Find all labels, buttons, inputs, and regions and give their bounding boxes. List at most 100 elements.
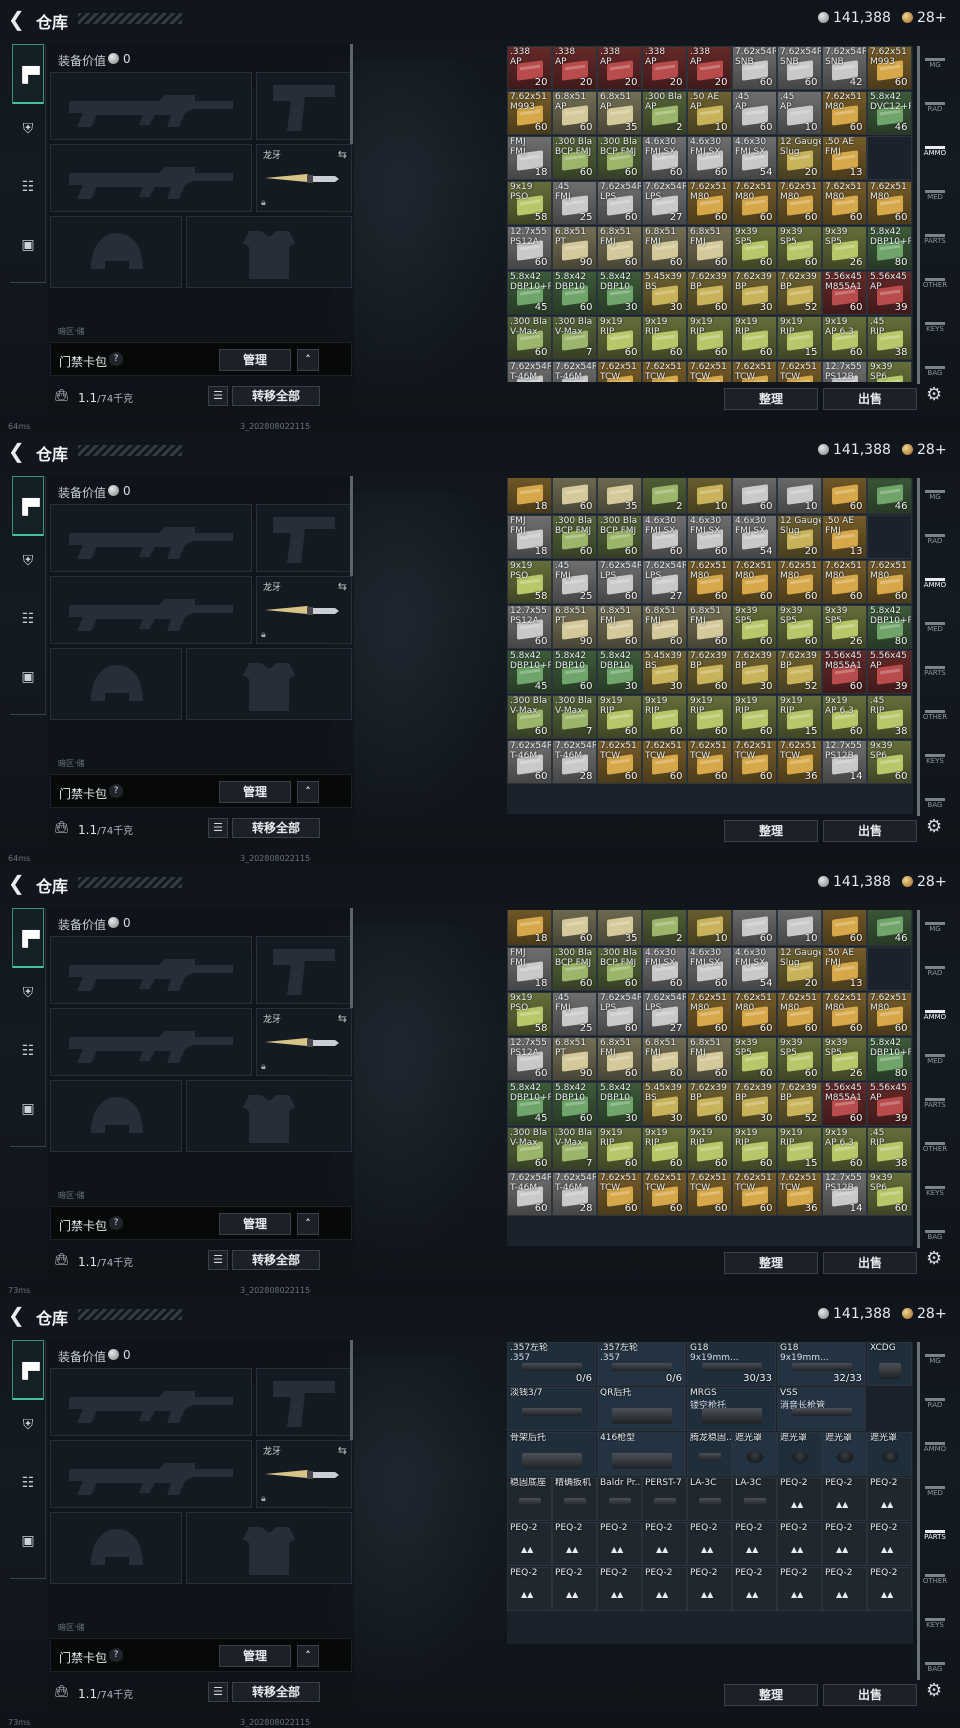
ammo-item[interactable]: 5.8x42 DBP10 60 bbox=[552, 271, 597, 315]
back-arrow-icon[interactable]: ❮ bbox=[8, 872, 28, 894]
weapon-part-item[interactable]: PEQ-2 ▲▲ bbox=[867, 1522, 912, 1566]
ammo-item[interactable]: 60 bbox=[822, 910, 867, 946]
ammo-item[interactable]: 7.62x51 TCW60 bbox=[687, 740, 732, 784]
weapon-part-item[interactable]: XCDG bbox=[867, 1342, 912, 1386]
ammo-item[interactable]: 7.62x39 BP 60 bbox=[687, 1082, 732, 1126]
weapon-part-item[interactable]: PEQ-2 ▲▲ bbox=[552, 1522, 597, 1566]
gold-currency[interactable]: 28+ bbox=[902, 442, 947, 458]
ammo-item[interactable]: 7.62x51 M993 60 bbox=[867, 46, 912, 90]
weapon-part-item[interactable]: PEQ-2 ▲▲ bbox=[822, 1522, 867, 1566]
swap-icon[interactable]: ⇆ bbox=[338, 1444, 347, 1457]
ammo-item[interactable]: 7.62x39 BP 30 bbox=[732, 650, 777, 694]
ammo-item[interactable]: 7.62x51 TCW60 bbox=[642, 361, 687, 382]
ammo-item[interactable]: 12.7x55 PS12A 60 bbox=[507, 1037, 552, 1081]
ammo-item[interactable]: 9x19 RIP 60 bbox=[642, 1127, 687, 1171]
ammo-item[interactable]: 7.62x51 M80 60 bbox=[777, 560, 822, 604]
warehouse-tab-other[interactable]: OTHER bbox=[922, 1140, 948, 1164]
ammo-item[interactable]: 9x19 PSO 58 bbox=[507, 181, 552, 225]
ammo-item[interactable]: 7.62x54R SNB 60 bbox=[777, 46, 822, 90]
ammo-item[interactable]: 7.62x54R T-46M60 bbox=[507, 361, 552, 382]
warehouse-tab-rad[interactable]: RAD bbox=[922, 1396, 948, 1420]
ammo-item[interactable]: 5.8x42 DBP10 60 bbox=[552, 1082, 597, 1126]
ammo-item[interactable]: 60 bbox=[732, 910, 777, 946]
ammo-item[interactable]: 5.56x45 M855A1 60 bbox=[822, 1082, 867, 1126]
warehouse-tab-parts[interactable]: PARTS bbox=[922, 1096, 948, 1120]
ammo-item[interactable]: 5.8x42 DBP10 60 bbox=[552, 650, 597, 694]
ammo-item[interactable]: 4.6x30 FMJ SX 54 bbox=[732, 515, 777, 559]
armor-icon[interactable]: ⛨ bbox=[13, 114, 43, 144]
warehouse-tab-keys[interactable]: KEYS bbox=[922, 752, 948, 776]
ammo-item[interactable]: 5.8x42 DBP10 30 bbox=[597, 650, 642, 694]
ammo-item[interactable]: 12 Gauge Slug 20 bbox=[777, 136, 822, 180]
ammo-item[interactable]: 7.62x54R LPS 27 bbox=[642, 992, 687, 1036]
ammo-item[interactable]: 9x19 PSO 58 bbox=[507, 992, 552, 1036]
ammo-item[interactable]: 7.62x54R SNB 60 bbox=[732, 46, 777, 90]
ammo-item[interactable]: 9x19 AP 6.3 60 bbox=[822, 1127, 867, 1171]
pistol-slot[interactable] bbox=[256, 1368, 352, 1436]
ammo-item[interactable]: 12 Gauge Slug 20 bbox=[777, 515, 822, 559]
ammo-item[interactable]: 7.62x51 M80 60 bbox=[867, 181, 912, 225]
ammo-item[interactable]: 7.62x51 M80 60 bbox=[867, 992, 912, 1036]
ammo-item[interactable]: 7.62x39 BP 30 bbox=[732, 271, 777, 315]
ammo-item[interactable]: 6.8x51 FMJ 60 bbox=[642, 1037, 687, 1081]
equipment-scrollbar[interactable] bbox=[350, 476, 353, 576]
expand-up-icon[interactable]: ˄ bbox=[297, 1645, 319, 1667]
ammo-item[interactable]: 5.8x42 DVC12+P 46 bbox=[867, 91, 912, 135]
expand-up-icon[interactable]: ˄ bbox=[297, 781, 319, 803]
ammo-item[interactable]: 5.8x42 DBP10 30 bbox=[597, 271, 642, 315]
ammo-item[interactable]: 5.8x42 DBP10+P 80 bbox=[867, 605, 912, 649]
equipment-scrollbar[interactable] bbox=[350, 1340, 353, 1440]
ammo-item[interactable]: 12.7x55 PS12B 14 bbox=[822, 740, 867, 784]
ammo-item[interactable]: FMJ FMJ 18 bbox=[507, 136, 552, 180]
ammo-item[interactable]: .50 AE FMJ 13 bbox=[822, 947, 867, 991]
ammo-item[interactable]: 9x19 RIP 60 bbox=[732, 695, 777, 739]
ammo-item[interactable]: 7.62x51 M80 60 bbox=[732, 181, 777, 225]
weapon-part-item[interactable]: G18 9x19mm... 30/33 bbox=[687, 1342, 776, 1386]
weapon-part-item[interactable]: LA-3C bbox=[687, 1477, 732, 1521]
backpack-icon[interactable]: ▣ bbox=[13, 1526, 43, 1556]
ammo-item[interactable]: 9x39 SP5 60 bbox=[732, 1037, 777, 1081]
ammo-item[interactable]: .300 Bla BCP FMJ 60 bbox=[597, 947, 642, 991]
transfer-all-button[interactable]: 转移全部 bbox=[232, 386, 320, 406]
ammo-item[interactable]: FMJ FMJ 18 bbox=[507, 515, 552, 559]
ammo-item[interactable]: FMJ FMJ 18 bbox=[507, 947, 552, 991]
transfer-all-button[interactable]: 转移全部 bbox=[232, 1250, 320, 1270]
warehouse-tab-ammo[interactable]: AMMO bbox=[922, 576, 948, 600]
pistol-slot[interactable] bbox=[256, 504, 352, 572]
ammo-item[interactable]: 7.62x54R LPS 60 bbox=[597, 560, 642, 604]
weapon-part-item[interactable]: 遮光罩 bbox=[777, 1432, 822, 1476]
rig-icon[interactable]: ☷ bbox=[13, 1468, 43, 1498]
ammo-item[interactable]: 60 bbox=[822, 478, 867, 514]
helmet-slot[interactable] bbox=[50, 1080, 182, 1152]
ammo-item[interactable]: 9x19 RIP 60 bbox=[687, 316, 732, 360]
ammo-item[interactable]: .338 AP 20 bbox=[687, 46, 732, 90]
melee-slot[interactable]: 龙牙 ⇆ 🔒︎ bbox=[256, 1440, 352, 1508]
sell-button[interactable]: 出售 bbox=[823, 388, 917, 410]
ammo-item[interactable]: 6.8x51 AP 60 bbox=[552, 91, 597, 135]
ammo-item[interactable]: 12.7x55 PS12B 14 bbox=[822, 1172, 867, 1216]
ammo-item[interactable]: .50 AE FMJ 13 bbox=[822, 136, 867, 180]
ammo-item[interactable]: 7.62x51 TCW60 bbox=[597, 361, 642, 382]
ammo-item[interactable]: 5.8x42 DBP10+P 80 bbox=[867, 1037, 912, 1081]
ammo-item[interactable]: .45 RIP 38 bbox=[867, 1127, 912, 1171]
ammo-item[interactable]: 7.62x39 BP 52 bbox=[777, 650, 822, 694]
help-icon[interactable]: ? bbox=[109, 784, 123, 798]
warehouse-tab-mg[interactable]: MG bbox=[922, 1352, 948, 1376]
ammo-item[interactable] bbox=[867, 515, 912, 559]
ammo-item[interactable]: 7.62x54R T-46M 28 bbox=[552, 1172, 597, 1216]
ammo-item[interactable]: 7.62x39 BP 30 bbox=[732, 1082, 777, 1126]
swap-icon[interactable]: ⇆ bbox=[338, 148, 347, 161]
manage-button[interactable]: 管理 bbox=[219, 1645, 291, 1667]
ammo-item[interactable]: 9x39 SP5 26 bbox=[822, 1037, 867, 1081]
weapon-part-item[interactable]: MRGS 镂空枪托 bbox=[687, 1387, 776, 1431]
help-icon[interactable]: ? bbox=[109, 1648, 123, 1662]
weapon-part-item[interactable]: PEQ-2 ▲▲ bbox=[777, 1567, 822, 1611]
ammo-item[interactable]: 9x39 SP660 bbox=[867, 740, 912, 784]
armor-icon[interactable]: ⛨ bbox=[13, 546, 43, 576]
ammo-item[interactable]: 10 bbox=[777, 910, 822, 946]
ammo-item[interactable]: 10 bbox=[777, 478, 822, 514]
ammo-item[interactable]: 7.62x51 M80 60 bbox=[732, 560, 777, 604]
rig-icon[interactable]: ☷ bbox=[13, 172, 43, 202]
ammo-item[interactable]: 9x19 RIP 60 bbox=[687, 1127, 732, 1171]
warehouse-tab-other[interactable]: OTHER bbox=[922, 708, 948, 732]
